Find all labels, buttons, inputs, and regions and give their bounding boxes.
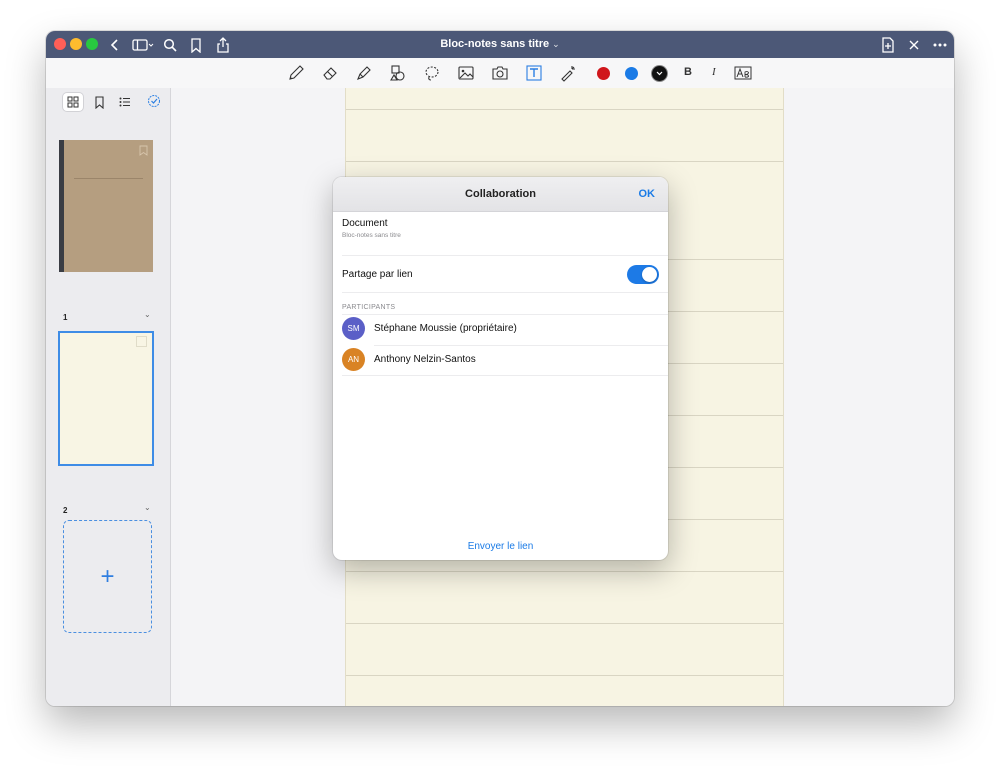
link-sharing-toggle[interactable] (627, 265, 659, 284)
participants-header: PARTICIPANTS (342, 304, 396, 311)
italic-button[interactable]: I (712, 66, 716, 78)
divider (342, 375, 668, 376)
document-label: Document (342, 218, 388, 229)
page-thumbnail-2[interactable] (58, 331, 154, 466)
lasso-tool-icon[interactable] (422, 64, 442, 82)
window-title[interactable]: Bloc-notes sans titre ⌄ (46, 38, 954, 50)
cover-line (74, 178, 143, 179)
participant-row[interactable]: SM Stéphane Moussie (propriétaire) (342, 317, 668, 343)
shapes-tool-icon[interactable] (388, 64, 408, 82)
color-blue-swatch[interactable] (625, 67, 638, 80)
thumbnail-bookmark-icon[interactable] (139, 143, 148, 161)
title-chevron-down-icon: ⌄ (552, 39, 560, 49)
page-thumbnail-1[interactable] (59, 140, 153, 272)
participant-name: Stéphane Moussie (propriétaire) (374, 323, 517, 334)
avatar: AN (342, 348, 365, 371)
add-page-button[interactable]: + (63, 520, 152, 633)
highlighter-tool-icon[interactable] (354, 64, 374, 82)
send-link-button[interactable]: Envoyer le lien (333, 541, 668, 552)
participant-row[interactable]: AN Anthony Nelzin-Santos (342, 348, 668, 374)
text-style-icon[interactable] (734, 64, 752, 82)
bookmarks-view-icon[interactable] (89, 93, 109, 111)
window-title-text: Bloc-notes sans titre (440, 38, 550, 50)
toggle-knob (642, 267, 657, 282)
color-black-swatch[interactable] (652, 66, 667, 81)
pen-tool-icon[interactable] (286, 64, 306, 82)
outline-view-icon[interactable] (115, 93, 135, 111)
laser-pointer-tool-icon[interactable] (558, 64, 578, 82)
thumbnail-bookmark-icon[interactable] (136, 336, 147, 347)
sidebar-view-switcher (63, 93, 143, 111)
page-sidebar: 1 ⌄ 2 ⌄ + (46, 88, 171, 706)
text-box-tool-icon[interactable] (524, 64, 544, 82)
page-number-2: 2 (63, 506, 68, 515)
select-check-icon[interactable] (147, 94, 161, 113)
drawing-toolbar: B I (46, 58, 954, 89)
page-1-chevron-down-icon[interactable]: ⌄ (144, 310, 151, 319)
divider (342, 314, 668, 315)
new-page-icon[interactable] (880, 37, 896, 53)
close-edit-icon[interactable] (907, 37, 921, 53)
dialog-header: Collaboration OK (333, 177, 668, 212)
bold-button[interactable]: B (684, 66, 692, 78)
ok-button[interactable]: OK (639, 188, 656, 200)
divider (374, 345, 668, 346)
plus-icon: + (100, 562, 115, 590)
divider (342, 292, 668, 293)
document-name: Bloc-notes sans titre (342, 232, 401, 239)
participant-name: Anthony Nelzin-Santos (374, 354, 476, 365)
page-number-1: 1 (63, 313, 68, 322)
grid-view-icon[interactable] (63, 93, 83, 111)
image-tool-icon[interactable] (456, 64, 476, 82)
avatar: SM (342, 317, 365, 340)
page-2-chevron-down-icon[interactable]: ⌄ (144, 503, 151, 512)
collaboration-dialog: Collaboration OK Document Bloc-notes san… (333, 177, 668, 560)
title-bar: Bloc-notes sans titre ⌄ (46, 31, 954, 58)
color-red-swatch[interactable] (597, 67, 610, 80)
eraser-tool-icon[interactable] (320, 64, 340, 82)
divider (342, 255, 668, 256)
dialog-title: Collaboration (465, 188, 536, 200)
link-sharing-label: Partage par lien (342, 269, 413, 280)
camera-tool-icon[interactable] (490, 64, 510, 82)
more-options-icon[interactable] (932, 37, 948, 53)
